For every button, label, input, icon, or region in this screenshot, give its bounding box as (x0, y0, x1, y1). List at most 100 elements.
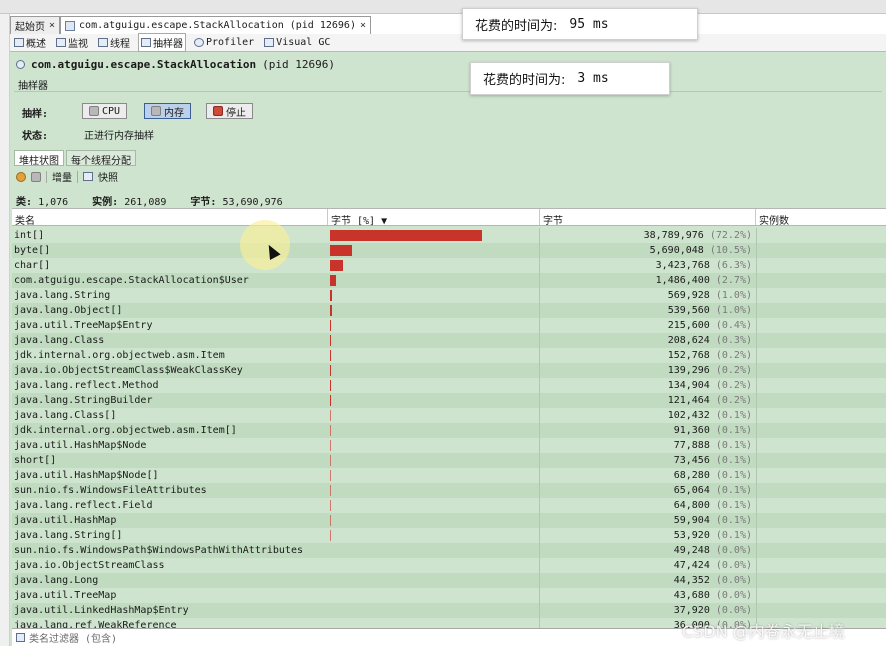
table-row[interactable]: java.lang.Class[] 102,432 (0.1%) (12, 408, 886, 423)
filter-placeholder: 类名过滤器 (包含) (29, 634, 118, 645)
column-class-name[interactable]: 类名 (12, 209, 328, 227)
instances-cell (756, 333, 886, 348)
column-instances[interactable]: 实例数 (756, 209, 886, 227)
monitor-icon (56, 38, 66, 47)
bytes-percent: (0.1%) (715, 440, 752, 451)
table-row[interactable]: java.lang.Object[] 539,560 (1.0%) (12, 303, 886, 318)
cpu-sample-button[interactable]: CPU (82, 103, 128, 119)
table-row[interactable]: java.util.HashMap$Node 77,888 (0.1%) (12, 438, 886, 453)
column-bytes[interactable]: 字节 (540, 209, 756, 227)
sampler-icon (141, 38, 151, 47)
bytes-bar (330, 260, 343, 271)
bytes-cell: 64,800 (0.1%) (540, 500, 756, 511)
table-row[interactable]: java.util.TreeMap$Entry 215,600 (0.4%) (12, 318, 886, 333)
class-name-cell: java.lang.String (14, 290, 111, 301)
table-row[interactable]: java.io.ObjectStreamClass$WeakClassKey 13… (12, 363, 886, 378)
classes-summary: 类: 1,076 (16, 193, 68, 208)
bytes-percent: (1.0%) (715, 290, 752, 301)
bytes-cell: 569,928 (1.0%) (540, 290, 756, 301)
status-text: 正进行内存抽样 (84, 131, 154, 142)
table-row[interactable]: java.lang.String 569,928 (1.0%) (12, 288, 886, 303)
table-row[interactable]: jdk.internal.org.objectweb.asm.Item[] 91,… (12, 423, 886, 438)
section-title: 抽样器 (18, 81, 48, 92)
class-name-cell: java.util.TreeMap$Entry (14, 320, 153, 331)
bytes-cell: 539,560 (1.0%) (540, 305, 756, 316)
table-row[interactable]: java.lang.Class 208,624 (0.3%) (12, 333, 886, 348)
bytes-percent: (2.7%) (715, 275, 752, 286)
class-name-cell: java.util.LinkedHashMap$Entry (14, 605, 189, 616)
table-row[interactable]: jdk.internal.org.objectweb.asm.Item 152,7… (12, 348, 886, 363)
bytes-percent: (0.0%) (715, 560, 752, 571)
instances-cell (756, 318, 886, 333)
bytes-percent: (6.3%) (715, 260, 752, 271)
bytes-percent: (0.1%) (715, 455, 752, 466)
bytes-bar-cell (328, 423, 540, 438)
stop-button[interactable]: 停止 (206, 103, 253, 119)
table-row[interactable]: sun.nio.fs.WindowsPath$WindowsPathWithAt… (12, 543, 886, 558)
table-row[interactable]: java.lang.reflect.Field 64,800 (0.1%) (12, 498, 886, 513)
bytes-percent: (0.2%) (715, 365, 752, 376)
tab-overview[interactable]: 概述 (12, 34, 48, 51)
tab-monitor[interactable]: 监视 (54, 34, 90, 51)
table-row[interactable]: com.atguigu.escape.StackAllocation$User 1… (12, 273, 886, 288)
java-app-icon (65, 20, 76, 31)
bytes-percent: (0.0%) (715, 575, 752, 586)
table-row[interactable]: java.lang.reflect.Method 134,904 (0.2%) (12, 378, 886, 393)
tab-visual-gc-label: Visual GC (276, 37, 331, 48)
close-icon[interactable]: × (360, 20, 366, 31)
table-row[interactable]: byte[] 5,690,048 (10.5%) (12, 243, 886, 258)
bytes-value: 73,456 (673, 455, 710, 466)
column-bytes-percent[interactable]: 字节 [%] ▼ (328, 209, 540, 227)
bytes-percent: (0.2%) (715, 350, 752, 361)
class-name-cell: java.util.HashMap$Node (14, 440, 147, 451)
bytes-bar-cell (328, 378, 540, 393)
tab-stack-allocation[interactable]: com.atguigu.escape.StackAllocation (pid … (60, 16, 372, 34)
table-row[interactable]: java.util.HashMap$Node[] 68,280 (0.1%) (12, 468, 886, 483)
class-name-cell: jdk.internal.org.objectweb.asm.Item (14, 350, 225, 361)
tab-visual-gc[interactable]: Visual GC (262, 36, 332, 49)
table-row[interactable]: short[] 73,456 (0.1%) (12, 453, 886, 468)
bytes-bar-cell (328, 468, 540, 483)
bytes-value: 68,280 (673, 470, 710, 481)
bytes-value: 64,800 (673, 500, 710, 511)
bytes-cell: 53,920 (0.1%) (540, 530, 756, 541)
close-icon[interactable]: × (49, 20, 55, 31)
tab-profiler[interactable]: Profiler (192, 36, 256, 49)
bytes-cell: 215,600 (0.4%) (540, 320, 756, 331)
bytes-value: 3,423,768 (655, 260, 710, 271)
bytes-percent: (10.5%) (709, 245, 752, 256)
table-row[interactable]: java.util.LinkedHashMap$Entry 37,920 (0.0… (12, 603, 886, 618)
tab-start-page[interactable]: 起始页 × (10, 16, 61, 34)
table-row[interactable]: java.util.TreeMap 43,680 (0.0%) (12, 588, 886, 603)
bytes-cell: 102,432 (0.1%) (540, 410, 756, 421)
bytes-bar-cell (328, 498, 540, 513)
tab-threads[interactable]: 线程 (96, 34, 132, 51)
gc-icon[interactable] (31, 171, 41, 182)
tab-sampler[interactable]: 抽样器 (138, 33, 186, 52)
bytes-percent: (72.2%) (709, 230, 752, 241)
table-row[interactable]: java.lang.StringBuilder 121,464 (0.2%) (12, 393, 886, 408)
bytes-cell: 37,920 (0.0%) (540, 605, 756, 616)
bytes-cell: 44,352 (0.0%) (540, 575, 756, 586)
tab-heap-histogram[interactable]: 堆柱状图 (14, 150, 64, 167)
visual-gc-icon (264, 38, 275, 47)
table-row[interactable]: java.lang.String[] 53,920 (0.1%) (12, 528, 886, 543)
table-row[interactable]: char[] 3,423,768 (6.3%) (12, 258, 886, 273)
pause-icon[interactable] (16, 171, 26, 182)
status-label: 状态: (22, 131, 49, 142)
bytes-cell: 73,456 (0.1%) (540, 455, 756, 466)
table-row[interactable]: java.io.ObjectStreamClass 47,424 (0.0%) (12, 558, 886, 573)
table-row[interactable]: int[] 38,789,976 (72.2%) (12, 228, 886, 243)
instances-cell (756, 543, 886, 558)
memory-sample-button[interactable]: 内存 (144, 103, 191, 119)
snapshot-button[interactable]: 快照 (98, 169, 118, 184)
class-name-cell: java.lang.Object[] (14, 305, 123, 316)
bytes-summary: 字节: 53,690,976 (190, 193, 282, 208)
bytes-cell: 208,624 (0.3%) (540, 335, 756, 346)
delta-button[interactable]: 增量 (52, 169, 72, 184)
table-row[interactable]: java.lang.Long 44,352 (0.0%) (12, 573, 886, 588)
bytes-cell: 68,280 (0.1%) (540, 470, 756, 481)
table-row[interactable]: java.util.HashMap 59,904 (0.1%) (12, 513, 886, 528)
table-row[interactable]: sun.nio.fs.WindowsFileAttributes 65,064 (… (12, 483, 886, 498)
tab-per-thread-allocation[interactable]: 每个线程分配 (66, 150, 136, 167)
